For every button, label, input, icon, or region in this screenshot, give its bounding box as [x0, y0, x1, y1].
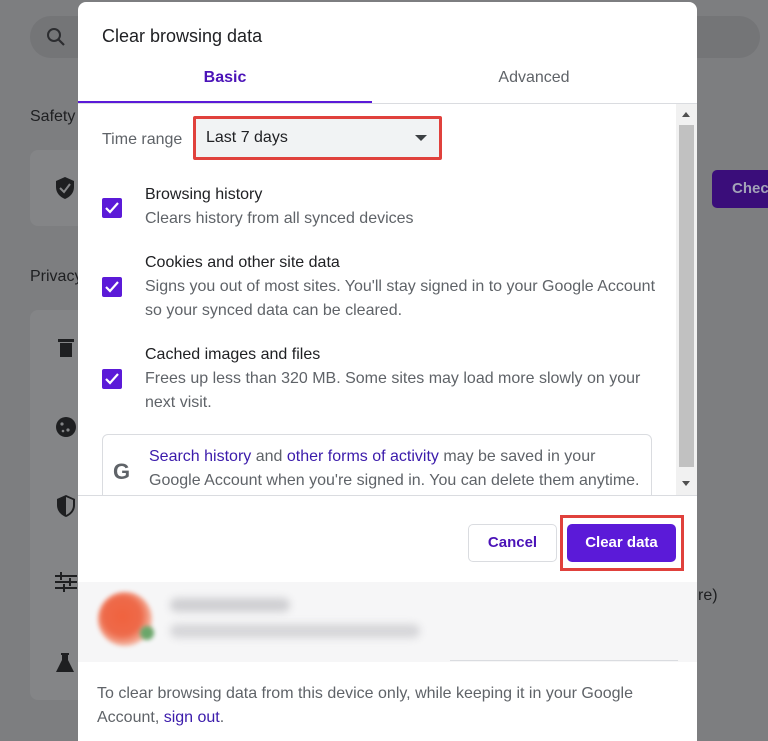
dialog-scroll-content[interactable]: Time range Last 7 days Browsing history … — [78, 104, 697, 495]
flask-icon — [56, 653, 74, 672]
account-email-blurred — [170, 624, 420, 638]
dropdown-arrow-icon — [415, 135, 427, 141]
google-activity-info: G Search history and other forms of acti… — [102, 434, 652, 495]
dialog-scrollbar[interactable] — [676, 104, 697, 495]
search-history-link[interactable]: Search history — [149, 448, 251, 465]
time-range-value: Last 7 days — [206, 129, 288, 146]
google-g-icon: G — [113, 459, 131, 484]
sync-status-dot — [140, 626, 154, 640]
footer-end: . — [219, 709, 225, 726]
info-text-part: and — [251, 448, 287, 465]
cookie-icon — [56, 417, 76, 437]
dialog-title: Clear browsing data — [102, 26, 263, 46]
account-name-blurred — [170, 598, 290, 612]
tab-advanced[interactable]: Advanced — [380, 58, 688, 104]
option-description: Clears history from all synced devices — [145, 210, 414, 227]
cached-images-checkbox[interactable] — [102, 369, 122, 389]
checkmark-icon — [105, 202, 119, 214]
clear-data-button[interactable]: Clear data — [567, 524, 676, 562]
option-title: Cookies and other site data — [145, 254, 340, 271]
safety-heading: Safety — [30, 108, 76, 125]
cancel-button[interactable]: Cancel — [468, 524, 557, 562]
security-shield-icon — [57, 495, 75, 517]
browsing-history-checkbox[interactable] — [102, 198, 122, 218]
account-divider — [450, 660, 678, 661]
checkmark-icon — [105, 281, 119, 293]
time-range-select[interactable]: Last 7 days — [193, 116, 442, 160]
sign-out-note: To clear browsing data from this device … — [97, 682, 657, 730]
cookies-checkbox[interactable] — [102, 277, 122, 297]
background-truncated-text: re) — [698, 587, 718, 604]
clear-browsing-data-dialog: Clear browsing data Basic Advanced Time … — [78, 2, 697, 741]
dialog-tabs: Basic Advanced — [78, 58, 697, 104]
time-range-label: Time range — [102, 131, 183, 148]
tab-basic[interactable]: Basic — [78, 58, 372, 104]
check-now-button: Chec — [712, 170, 768, 208]
privacy-heading: Privacy — [30, 268, 83, 285]
scroll-down-arrow-icon[interactable] — [682, 481, 690, 486]
trash-icon — [58, 339, 74, 357]
option-description: Frees up less than 320 MB. Some sites ma… — [145, 370, 641, 411]
checkmark-icon — [105, 373, 119, 385]
scroll-up-arrow-icon[interactable] — [682, 112, 690, 117]
option-description: Signs you out of most sites. You'll stay… — [145, 278, 656, 319]
tune-icon — [55, 572, 77, 592]
other-activity-link[interactable]: other forms of activity — [287, 448, 439, 465]
search-icon — [47, 28, 65, 46]
footer-divider — [78, 495, 697, 496]
account-section — [78, 582, 697, 662]
option-title: Cached images and files — [145, 346, 321, 363]
info-text: Search history and other forms of activi… — [149, 445, 649, 493]
scrollbar-thumb[interactable] — [679, 125, 694, 467]
shield-check-icon — [56, 177, 74, 199]
sign-out-link[interactable]: sign out — [164, 709, 220, 726]
option-title: Browsing history — [145, 186, 263, 203]
